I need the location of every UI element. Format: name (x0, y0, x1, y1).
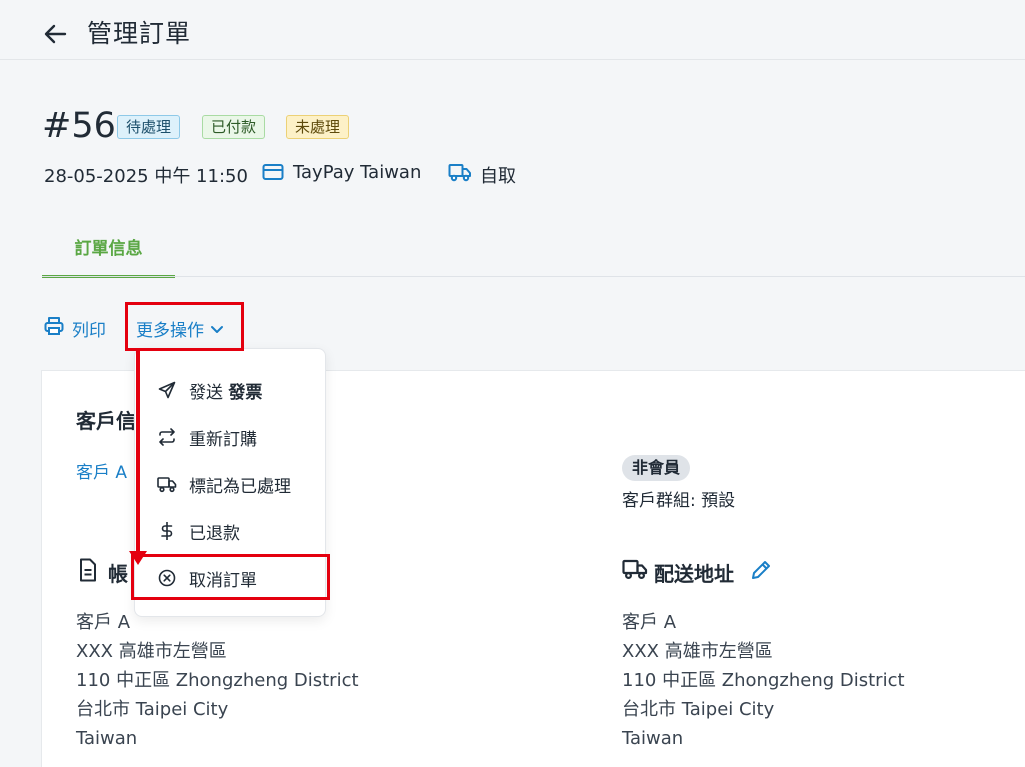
shipping-line: XXX 高雄市左營區 (622, 641, 773, 662)
membership-badge: 非會員 (622, 455, 691, 481)
payment-status-badge: 已付款 (202, 115, 266, 139)
fulfillment-status-badge: 未處理 (286, 115, 350, 139)
dollar-icon (157, 521, 177, 541)
menu-item-refunded[interactable]: 已退款 (157, 518, 240, 544)
billing-line: Taiwan (76, 728, 138, 749)
tabs-divider (42, 276, 1025, 277)
billing-line: 台北市 Taipei City (76, 699, 229, 720)
payment-method: TayPay Taiwan (293, 162, 422, 183)
shipping-line: 台北市 Taipei City (622, 699, 775, 720)
shipping-address: 客戶 A XXX 高雄市左營區 110 中正區 Zhongzheng Distr… (622, 608, 905, 753)
annotation-arrow-head (129, 551, 147, 565)
truck-icon (157, 476, 177, 493)
back-arrow-icon[interactable] (40, 20, 70, 48)
status-badge: 待處理 (117, 115, 181, 139)
page-title: 管理訂單 (87, 19, 192, 48)
order-number: #56 (42, 106, 116, 146)
chevron-down-icon (210, 320, 224, 340)
billing-line: XXX 高雄市左營區 (76, 641, 227, 662)
billing-line: 110 中正區 Zhongzheng District (76, 670, 359, 691)
menu-item-reorder[interactable]: 重新訂購 (157, 424, 257, 450)
repeat-icon (157, 428, 177, 446)
menu-item-cancel-order[interactable]: 取消訂單 (157, 565, 257, 591)
menu-item-label: 重新訂購 (189, 429, 257, 450)
print-label: 列印 (72, 321, 106, 341)
menu-item-label-bold: 發票 (228, 382, 263, 403)
more-actions-button[interactable]: 更多操作 (136, 316, 224, 341)
menu-item-label: 發送 (189, 382, 229, 403)
menu-item-mark-processed[interactable]: 標記為已處理 (157, 471, 291, 497)
print-button[interactable]: 列印 (44, 316, 106, 341)
customer-name-link[interactable]: 客戶 A (76, 458, 127, 483)
order-date: 28-05-2025 中午 11:50 (44, 166, 248, 187)
truck-icon (622, 558, 648, 584)
billing-address: 客戶 A XXX 高雄市左營區 110 中正區 Zhongzheng Distr… (76, 608, 359, 753)
printer-icon (44, 316, 64, 341)
shipping-line: 客戶 A (622, 612, 677, 633)
tab-order-info[interactable]: 訂單信息 (42, 236, 175, 278)
shipping-line: Taiwan (622, 728, 684, 749)
menu-item-send-invoice[interactable]: 發送 發票 (157, 377, 262, 403)
menu-item-label: 標記為已處理 (189, 476, 291, 497)
send-icon (157, 381, 177, 399)
more-actions-label: 更多操作 (136, 321, 204, 341)
document-icon (78, 558, 98, 586)
customer-group: 客戶群組: 預設 (622, 491, 736, 511)
edit-pencil-icon[interactable] (750, 559, 772, 585)
cancel-circle-icon (157, 569, 177, 587)
truck-icon (448, 162, 472, 187)
shipping-address-title: 配送地址 (654, 562, 734, 586)
shipping-line: 110 中正區 Zhongzheng District (622, 670, 905, 691)
billing-address-title: 帳 (108, 562, 128, 586)
customer-info-title: 客戶信 (76, 409, 136, 433)
annotation-arrow (136, 351, 140, 556)
top-bar: 管理訂單 (0, 0, 1025, 60)
menu-item-label: 已退款 (189, 523, 240, 544)
menu-item-label: 取消訂單 (189, 570, 257, 591)
credit-card-icon (262, 163, 284, 186)
more-actions-menu: 發送 發票 重新訂購 標記為已處理 已退款 取消訂單 (134, 348, 326, 617)
shipping-method: 自取 (480, 166, 516, 187)
